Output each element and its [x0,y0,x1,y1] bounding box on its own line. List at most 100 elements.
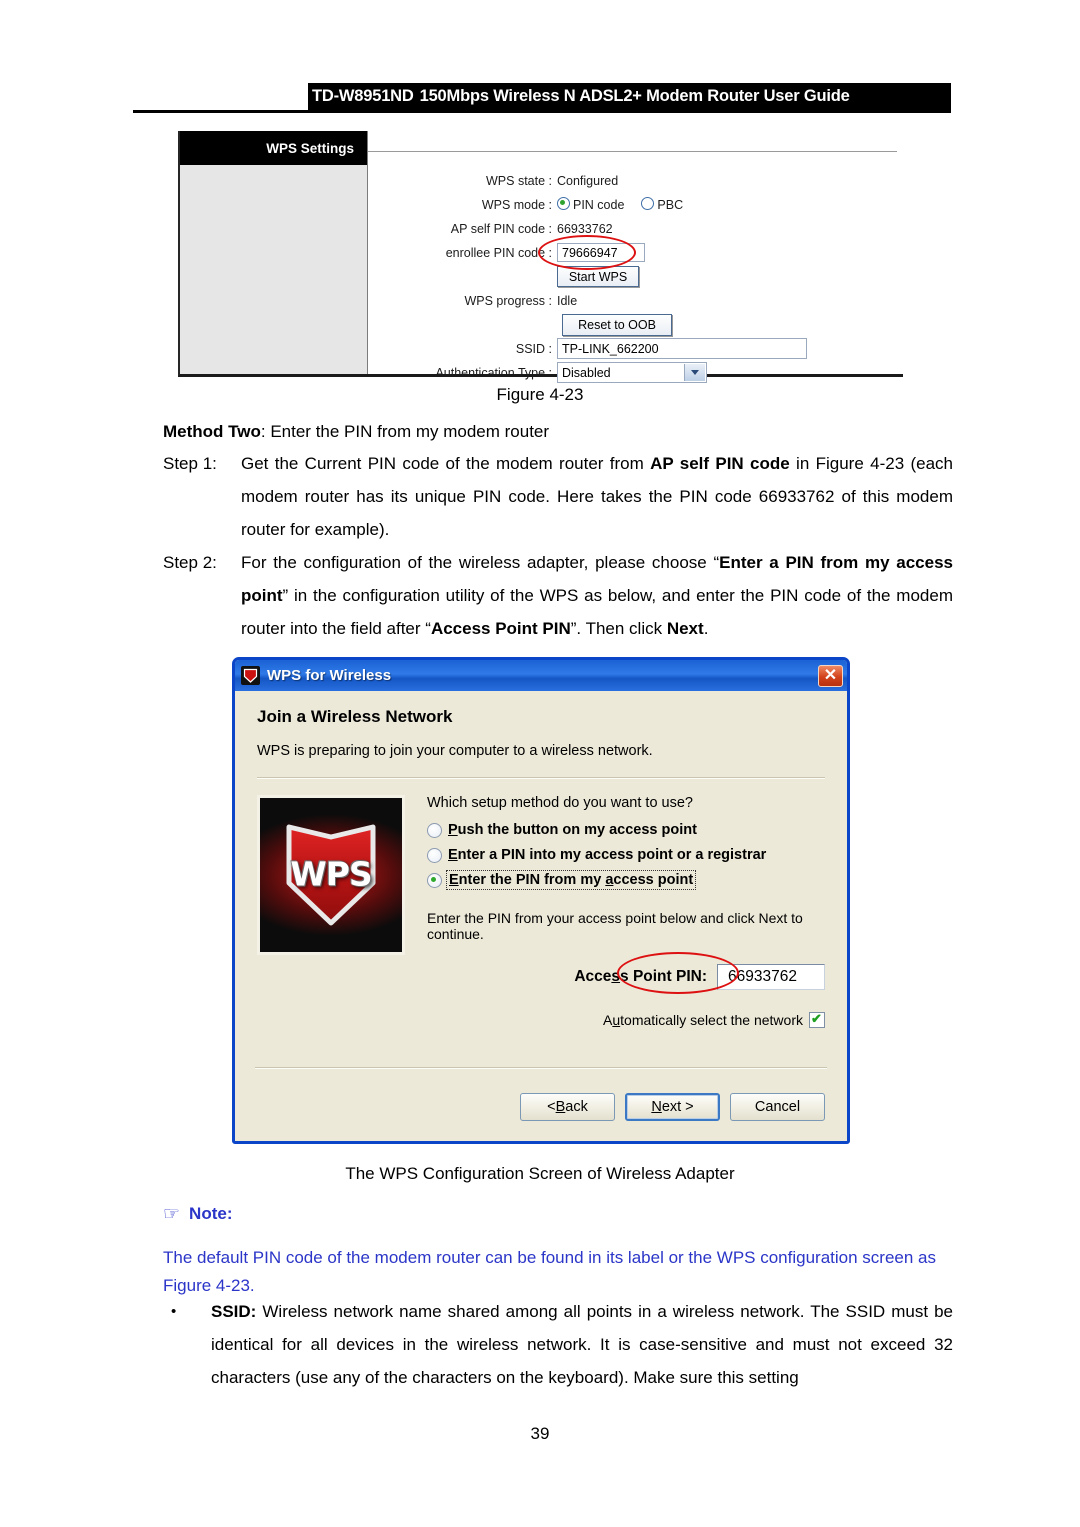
row-reset-oob: Reset to OOB [368,313,903,336]
chevron-down-icon[interactable] [684,364,705,381]
step-2-paragraph: Step 2: For the configuration of the wir… [163,546,953,645]
access-point-pin-label: Access Point PIN: [574,968,707,985]
dialog-title-text: WPS for Wireless [267,667,392,684]
wps-settings-top-divider [368,151,897,152]
ap-self-pin-label: AP self PIN code : [450,221,552,236]
radio-pbc-label: PBC [657,198,684,212]
ssid-input[interactable]: TP-LINK_662200 [557,338,807,359]
method-two-heading: Method Two: Enter the PIN from my modem … [163,415,953,448]
dialog-body: Join a Wireless Network WPS is preparing… [235,691,847,1141]
row-auth-type: Authentication Type : Disabled [368,361,903,384]
dialog-title-bar[interactable]: WPS for Wireless ✕ [235,660,847,691]
wps-progress-value: Idle [557,293,578,308]
step-1-part1: Get the Current PIN code of the modem ro… [241,454,651,473]
wps-settings-sidebar: WPS Settings [180,131,368,374]
enrollee-pin-label: enrollee PIN code : [445,245,552,260]
step-2-body: For the configuration of the wireless ad… [241,546,953,645]
auto-select-network-row[interactable]: Automatically select the network [427,1011,825,1028]
radio-push-button-label: Push the button on my access point [448,822,697,838]
page-header: TD-W8951ND 150Mbps Wireless N ADSL2+ Mod… [133,83,951,113]
note-title: Note: [189,1204,233,1223]
step-2-part4: . [703,619,709,638]
radio-option-enter-pin-into[interactable]: Enter a PIN into my access point or a re… [427,847,825,863]
header-title-bar: TD-W8951ND 150Mbps Wireless N ADSL2+ Mod… [308,83,951,110]
step-2-bold2: Access Point PIN [430,619,571,638]
auth-type-select[interactable]: Disabled [557,362,707,383]
step-2-part1: For the configuration of the wireless ad… [241,553,720,572]
row-wps-mode: WPS mode : PIN code PBC [368,193,903,216]
ssid-bullet-rest: Wireless network name shared among all p… [211,1302,953,1387]
wps-state-value: Configured [557,173,619,188]
access-point-pin-input[interactable]: 66933762 [717,964,825,990]
dialog-separator-bottom [255,1067,827,1069]
wps-shield-icon [241,666,260,685]
ssid-bullet-text: SSID: Wireless network name shared among… [211,1295,953,1394]
pin-entry-hint: Enter the PIN from your access point bel… [427,910,803,942]
note-text: The default PIN code of the modem router… [163,1248,936,1295]
dialog-heading: Join a Wireless Network [257,707,453,726]
row-enrollee-pin: enrollee PIN code : 79666947 [368,241,903,264]
enrollee-pin-input[interactable]: 79666947 [557,243,645,262]
wps-logo-text: WPS [290,854,372,894]
row-ssid: SSID : TP-LINK_662200 [368,337,903,360]
row-ap-self-pin: AP self PIN code : 66933762 [368,217,903,240]
ssid-bullet-bold: SSID: [211,1302,257,1321]
radio-pin-code-label: PIN code [573,198,625,212]
wps-mode-label: WPS mode : [481,197,552,212]
ap-self-pin-value: 66933762 [557,221,613,236]
start-wps-button[interactable]: Start WPS [557,266,639,287]
step-1-paragraph: Step 1: Get the Current PIN code of the … [163,447,953,546]
wps-settings-figure: WPS Settings WPS state : Configured WPS … [178,131,903,383]
access-point-pin-row: Access Point PIN: 66933762 [427,964,825,990]
dialog-subtext: WPS is preparing to join your computer t… [257,743,653,759]
page-number: 39 [530,1424,550,1443]
back-button[interactable]: < Back [520,1093,615,1121]
note-heading: ☞ Note: [163,1203,233,1225]
step-2-label: Step 2: [163,553,217,572]
header-rule [133,110,951,113]
radio-push-button-icon[interactable] [427,822,442,838]
wps-mode-options: PIN code PBC [557,197,683,212]
dialog-options-column: Which setup method do you want to use? P… [405,795,825,1028]
close-icon[interactable]: ✕ [818,664,843,687]
bullet-icon: • [171,1303,177,1320]
ssid-bullet-item: • SSID: Wireless network name shared amo… [163,1295,953,1394]
wps-settings-form: WPS state : Configured WPS mode : PIN co… [368,165,903,383]
reset-to-oob-button[interactable]: Reset to OOB [562,313,672,336]
method-two-rest: : Enter the PIN from my modem router [260,422,550,441]
wps-screen-caption: The WPS Configuration Screen of Wireless… [345,1164,735,1183]
header-model-name: TD-W8951ND [312,87,414,106]
cancel-button[interactable]: Cancel [730,1093,825,1121]
figure-caption-4-23: Figure 4-23 [496,385,584,404]
dialog-main-row: WPS Which setup method do you want to us… [257,795,825,1028]
radio-pin-code-icon[interactable] [557,197,570,210]
method-two-bold: Method Two [163,422,261,441]
radio-enter-pin-into-icon[interactable] [427,847,442,863]
wps-state-label: WPS state : [486,173,552,188]
ssid-label: SSID : [515,341,552,356]
wps-settings-panel-title: WPS Settings [180,131,367,165]
wps-progress-label: WPS progress : [464,293,552,308]
header-guide-title: 150Mbps Wireless N ADSL2+ Modem Router U… [419,87,850,105]
row-wps-state: WPS state : Configured [368,169,903,192]
step-1-body: Get the Current PIN code of the modem ro… [241,447,953,546]
setup-method-question: Which setup method do you want to use? [427,795,693,811]
dialog-button-row: < Back Next > Cancel [520,1093,825,1121]
step-1-label: Step 1: [163,454,217,473]
step-1-bold1: AP self PIN code [650,454,790,473]
radio-enter-pin-from-label: Enter the PIN from my access point [445,870,697,890]
pointing-hand-icon: ☞ [163,1203,181,1225]
auto-select-network-label: Automatically select the network [603,1012,803,1028]
row-start-wps: Start WPS [368,265,903,288]
auth-type-label: Authentication Type : [435,365,552,380]
step-2-part3: ”. Then click [570,619,667,638]
auth-type-selected-value: Disabled [562,365,611,380]
dialog-separator-top [257,777,825,779]
radio-pbc-icon[interactable] [641,197,655,210]
radio-enter-pin-into-label: Enter a PIN into my access point or a re… [448,847,767,863]
auto-select-network-checkbox[interactable] [809,1011,825,1028]
radio-option-push-button[interactable]: Push the button on my access point [427,822,825,838]
next-button[interactable]: Next > [625,1093,720,1121]
radio-option-enter-pin-from[interactable]: Enter the PIN from my access point [427,870,825,890]
radio-enter-pin-from-icon[interactable] [427,872,442,888]
